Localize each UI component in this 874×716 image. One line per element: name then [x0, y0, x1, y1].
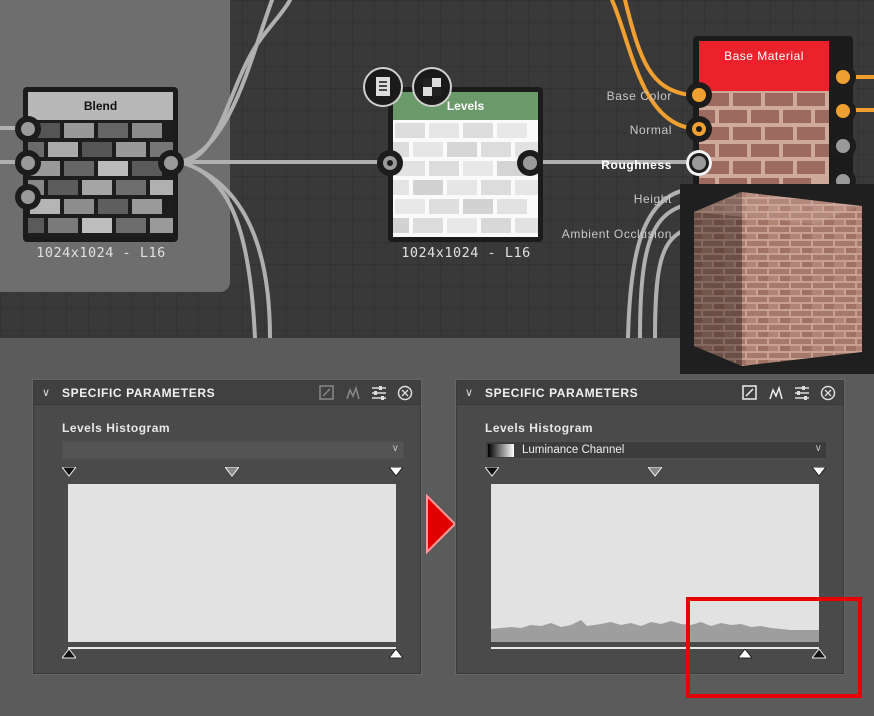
blend-node[interactable]: Blend 1024x1024 - L16 — [14, 87, 180, 261]
sliders-icon[interactable] — [370, 384, 388, 402]
output-black-handle[interactable] — [62, 649, 76, 659]
specific-parameters-panel-before: ∨ SPECIFIC PARAMETERS Levels Histogram ∨ — [33, 380, 421, 674]
levels-histogram-label: Levels Histogram — [485, 421, 594, 435]
sliders-icon[interactable] — [793, 384, 811, 402]
3d-preview-viewport[interactable] — [680, 184, 874, 374]
normal-pin[interactable] — [686, 116, 712, 142]
input-white-handle[interactable] — [812, 467, 826, 477]
reset-icon[interactable] — [819, 384, 837, 402]
material-output-pin-3[interactable] — [830, 133, 856, 159]
channel-dropdown-value: Luminance Channel — [522, 444, 625, 456]
histogram-min-label: 0 — [494, 630, 501, 641]
input-gamma-handle[interactable] — [648, 467, 662, 477]
input-label-roughness: Roughness — [601, 158, 672, 172]
blend-output-pin[interactable] — [158, 150, 184, 176]
auto-levels-icon[interactable] — [344, 384, 362, 402]
checker-icon[interactable] — [412, 67, 452, 107]
base-material-thumbnail — [687, 91, 843, 196]
texture-icon[interactable] — [318, 384, 336, 402]
base-color-pin[interactable] — [686, 82, 712, 108]
base-material-node[interactable]: Base Material — [687, 36, 853, 196]
levels-output-pin[interactable] — [517, 150, 543, 176]
input-label-base-color: Base Color — [606, 89, 672, 103]
channel-dropdown[interactable]: Luminance Channel ∨ — [485, 441, 827, 459]
auto-levels-icon[interactable] — [767, 384, 785, 402]
panel-title: SPECIFIC PARAMETERS — [62, 386, 216, 400]
output-white-handle[interactable] — [389, 649, 403, 659]
channel-dropdown[interactable]: ∨ — [62, 441, 404, 459]
panel-title: SPECIFIC PARAMETERS — [485, 386, 639, 400]
panel-header[interactable]: ∨ SPECIFIC PARAMETERS — [34, 381, 420, 405]
blend-input-pin-2[interactable] — [15, 150, 41, 176]
output-range-line — [68, 647, 396, 649]
transition-arrow-icon — [426, 494, 457, 554]
collapse-chevron-icon[interactable]: ∨ — [42, 386, 50, 399]
input-gamma-handle[interactable] — [225, 467, 239, 477]
reset-icon[interactable] — [396, 384, 414, 402]
luminance-gradient-icon — [488, 444, 514, 457]
panel-header[interactable]: ∨ SPECIFIC PARAMETERS — [457, 381, 843, 405]
blend-node-title: Blend — [28, 92, 173, 120]
input-black-handle[interactable] — [62, 467, 76, 477]
input-white-handle[interactable] — [389, 467, 403, 477]
input-label-height: Height — [633, 192, 672, 206]
levels-resolution: 1024x1024 - L16 — [401, 245, 531, 261]
chevron-down-icon: ∨ — [391, 443, 399, 454]
base-material-title: Base Material — [699, 41, 829, 91]
input-label-normal: Normal — [629, 123, 672, 137]
input-label-ambient-occlusion: Ambient Occlusion — [561, 227, 672, 241]
highlight-box — [686, 597, 862, 698]
blend-input-pin-3[interactable] — [15, 184, 41, 210]
blend-thumbnail — [14, 120, 180, 237]
blend-resolution: 1024x1024 - L16 — [36, 245, 166, 261]
levels-thumbnail — [379, 120, 545, 237]
blend-input-pin-1[interactable] — [15, 116, 41, 142]
levels-input-pin[interactable] — [377, 150, 403, 176]
roughness-pin[interactable] — [686, 150, 712, 176]
material-output-pin-2[interactable] — [830, 98, 856, 124]
chevron-down-icon: ∨ — [814, 443, 822, 454]
input-black-handle[interactable] — [485, 467, 499, 477]
collapse-chevron-icon[interactable]: ∨ — [465, 386, 473, 399]
material-output-pin-1[interactable] — [830, 64, 856, 90]
histogram-area — [68, 484, 396, 642]
levels-histogram-label: Levels Histogram — [62, 421, 171, 435]
texture-icon[interactable] — [741, 384, 759, 402]
document-icon[interactable] — [363, 67, 403, 107]
